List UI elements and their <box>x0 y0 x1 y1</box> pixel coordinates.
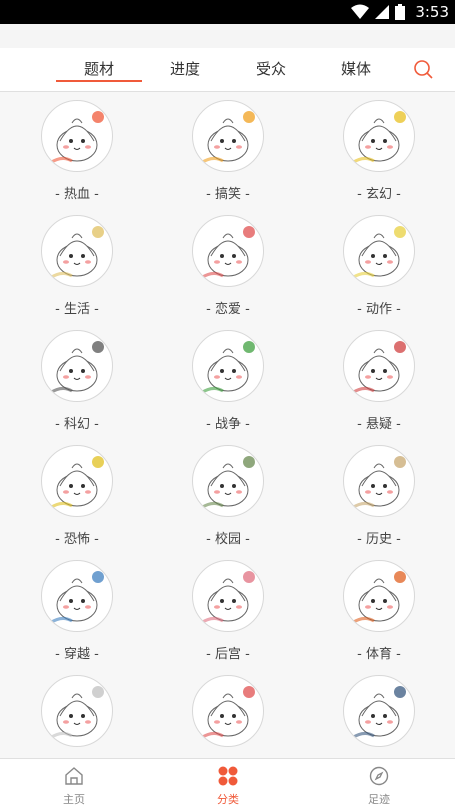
category-avatar <box>192 100 264 172</box>
tab-bar: 题材 进度 受众 媒体 <box>0 48 455 92</box>
action-bun-icon <box>351 226 406 280</box>
category-icon <box>218 766 238 786</box>
category-item[interactable] <box>309 667 449 758</box>
category-label: - 恋爱 - <box>206 302 250 317</box>
category-avatar <box>343 330 415 402</box>
category-item[interactable]: - 动作 - <box>309 207 449 322</box>
category-item[interactable] <box>158 667 298 758</box>
tab-media[interactable]: 媒体 <box>313 48 399 91</box>
category-label: - 玄幻 - <box>357 187 401 202</box>
nav-category[interactable]: 分类 <box>188 759 268 811</box>
scroll-bun-icon <box>351 456 406 510</box>
search-icon[interactable] <box>412 58 434 80</box>
category-avatar <box>192 560 264 632</box>
nav-footprint-label: 足迹 <box>368 793 390 806</box>
category-avatar <box>41 330 113 402</box>
category-label: - 热血 - <box>55 187 99 202</box>
category-item[interactable]: - 战争 - <box>158 322 298 437</box>
category-item[interactable]: - 体育 - <box>309 552 449 667</box>
category-item[interactable]: - 后宫 - <box>158 552 298 667</box>
city-bun-icon <box>49 686 104 740</box>
category-item[interactable] <box>7 667 147 758</box>
category-item[interactable]: - 历史 - <box>309 437 449 552</box>
category-item[interactable]: - 科幻 - <box>7 322 147 437</box>
category-label: - 悬疑 - <box>357 417 401 432</box>
love-bun-icon <box>200 226 255 280</box>
category-avatar <box>343 215 415 287</box>
category-item[interactable]: - 玄幻 - <box>309 92 449 207</box>
calligraphy-bun-icon <box>200 686 255 740</box>
category-label: - 体育 - <box>357 647 401 662</box>
category-label: - 动作 - <box>357 302 401 317</box>
hair-bun-icon <box>351 686 406 740</box>
tab-genre[interactable]: 题材 <box>56 48 142 91</box>
category-avatar <box>192 215 264 287</box>
status-bar: 3:53 <box>0 0 455 24</box>
category-item[interactable]: - 悬疑 - <box>309 322 449 437</box>
category-label: - 校园 - <box>206 532 250 547</box>
nav-category-label: 分类 <box>217 793 239 806</box>
wifi-icon <box>351 4 370 19</box>
compass-icon <box>369 766 389 786</box>
bottom-nav: 主页 分类 足迹 <box>0 758 455 811</box>
category-label: - 生活 - <box>55 302 99 317</box>
palace-bun-icon <box>200 571 255 625</box>
category-avatar <box>41 445 113 517</box>
category-avatar <box>343 100 415 172</box>
car-bun-icon <box>49 571 104 625</box>
nav-footprint[interactable]: 足迹 <box>339 759 419 811</box>
category-avatar <box>343 560 415 632</box>
status-time: 3:53 <box>415 3 449 21</box>
school-bun-icon <box>200 456 255 510</box>
ufo-bun-icon <box>49 341 104 395</box>
signal-icon <box>375 5 390 19</box>
war-bun-icon <box>200 341 255 395</box>
category-label: - 恐怖 - <box>55 532 99 547</box>
category-item[interactable]: - 热血 - <box>7 92 147 207</box>
category-grid: - 热血 - - 搞笑 - - 玄幻 - - 生活 - - 恋爱 - - 动作 - - 科幻… <box>0 92 455 758</box>
category-avatar <box>343 675 415 747</box>
category-item[interactable]: - 恋爱 - <box>158 207 298 322</box>
mystic-bun-icon <box>351 111 406 165</box>
top-spacer <box>0 24 455 48</box>
category-avatar <box>41 675 113 747</box>
category-label: - 科幻 - <box>55 417 99 432</box>
category-avatar <box>41 560 113 632</box>
category-item[interactable]: - 恐怖 - <box>7 437 147 552</box>
category-label: - 穿越 - <box>55 647 99 662</box>
category-item[interactable]: - 穿越 - <box>7 552 147 667</box>
nav-home-label: 主页 <box>63 793 85 806</box>
basketball-bun-icon <box>351 571 406 625</box>
category-item[interactable]: - 校园 - <box>158 437 298 552</box>
laughing-bun-icon <box>200 111 255 165</box>
category-avatar <box>192 330 264 402</box>
tab-audience[interactable]: 受众 <box>228 48 314 91</box>
question-bun-icon <box>351 341 406 395</box>
nav-home[interactable]: 主页 <box>34 759 114 811</box>
category-item[interactable]: - 生活 - <box>7 207 147 322</box>
category-avatar <box>192 675 264 747</box>
active-tab-indicator <box>56 80 142 82</box>
battery-icon <box>395 4 406 20</box>
category-avatar <box>343 445 415 517</box>
home-icon <box>65 767 83 785</box>
skull-bun-icon <box>49 456 104 510</box>
category-label: - 战争 - <box>206 417 250 432</box>
category-avatar <box>41 100 113 172</box>
fire-bun-icon <box>49 111 104 165</box>
bread-bun-icon <box>49 226 104 280</box>
category-item[interactable]: - 搞笑 - <box>158 92 298 207</box>
tab-progress[interactable]: 进度 <box>142 48 228 91</box>
category-avatar <box>192 445 264 517</box>
category-avatar <box>41 215 113 287</box>
category-label: - 历史 - <box>357 532 401 547</box>
category-label: - 后宫 - <box>206 647 250 662</box>
category-label: - 搞笑 - <box>206 187 250 202</box>
